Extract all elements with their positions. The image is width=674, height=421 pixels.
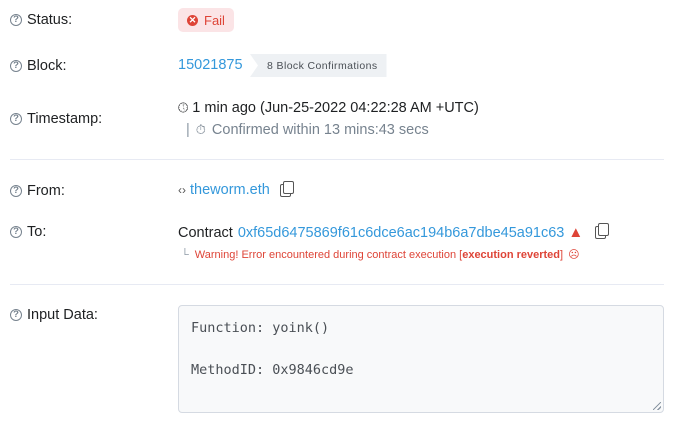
- confirmed-within-text: Confirmed within 13 mins:43 secs: [211, 122, 429, 138]
- timer-icon: ⏱︎: [195, 122, 206, 137]
- copy-icon[interactable]: [279, 180, 294, 197]
- from-row-label: ? From:: [10, 183, 65, 199]
- help-icon[interactable]: ?: [10, 226, 22, 238]
- block-number-link[interactable]: 15021875: [178, 57, 243, 73]
- to-label: To:: [27, 224, 47, 240]
- warning-bold-text: execution reverted: [462, 249, 561, 261]
- input-data-label: Input Data:: [27, 307, 98, 323]
- help-icon[interactable]: ?: [10, 113, 22, 125]
- warning-triangle-icon: ▲: [568, 224, 584, 241]
- execution-warning: └ Warning! Error encountered during contr…: [181, 248, 580, 261]
- block-row-label: ? Block:: [10, 58, 67, 74]
- clock-icon: 🕔︎: [178, 100, 189, 115]
- help-icon[interactable]: ?: [10, 185, 22, 197]
- input-data-row-label: ? Input Data:: [10, 307, 98, 323]
- divider: [10, 284, 664, 285]
- method-id-line: MethodID: 0x9846cd9e: [191, 362, 354, 378]
- copy-icon[interactable]: [595, 223, 610, 239]
- reply-arrow-icon: └: [181, 249, 189, 261]
- timestamp-row-label: ? Timestamp:: [10, 111, 102, 127]
- divider: [10, 159, 664, 160]
- confirmed-within-row: | ⏱︎ Confirmed within 13 mins:43 secs: [186, 122, 429, 138]
- warning-text-suffix: ]: [560, 249, 564, 261]
- timestamp-value: 1 min ago (Jun-25-2022 04:22:28 AM +UTC): [192, 100, 479, 116]
- resize-handle[interactable]: [653, 402, 661, 410]
- timestamp-value-row: 🕔︎ 1 min ago (Jun-25-2022 04:22:28 AM +U…: [178, 100, 479, 116]
- timestamp-label: Timestamp:: [27, 111, 103, 127]
- sad-face-icon: ☹︎: [568, 249, 580, 261]
- help-icon[interactable]: ?: [10, 60, 22, 72]
- status-row-label: ? Status:: [10, 12, 72, 28]
- block-confirmations-badge: 8 Block Confirmations: [250, 54, 387, 77]
- status-value: Fail: [204, 12, 225, 28]
- separator: |: [186, 122, 190, 138]
- help-icon[interactable]: ?: [10, 14, 22, 26]
- from-value-row: ‹› theworm.eth: [178, 180, 294, 198]
- to-row-label: ? To:: [10, 224, 46, 240]
- status-label: Status:: [27, 12, 73, 28]
- from-label: From:: [27, 183, 65, 199]
- block-label: Block:: [27, 58, 67, 74]
- status-badge: ✕ Fail: [178, 8, 234, 32]
- help-icon[interactable]: ?: [10, 309, 22, 321]
- warning-text-prefix: Warning! Error encountered during contra…: [194, 249, 463, 261]
- input-data-textarea[interactable]: Function: yoink() MethodID: 0x9846cd9e: [178, 305, 664, 413]
- fail-icon: ✕: [187, 14, 198, 26]
- function-line: Function: yoink(): [191, 320, 330, 336]
- from-address-link[interactable]: theworm.eth: [190, 182, 270, 198]
- to-value-row: Contract 0xf65d6475869f61c6dce6ac194b6a7…: [178, 223, 610, 241]
- contract-prefix: Contract: [178, 224, 233, 241]
- code-brackets-icon: ‹›: [178, 183, 186, 197]
- contract-address-link[interactable]: 0xf65d6475869f61c6dce6ac194b6a7dbe45a91c…: [238, 225, 565, 241]
